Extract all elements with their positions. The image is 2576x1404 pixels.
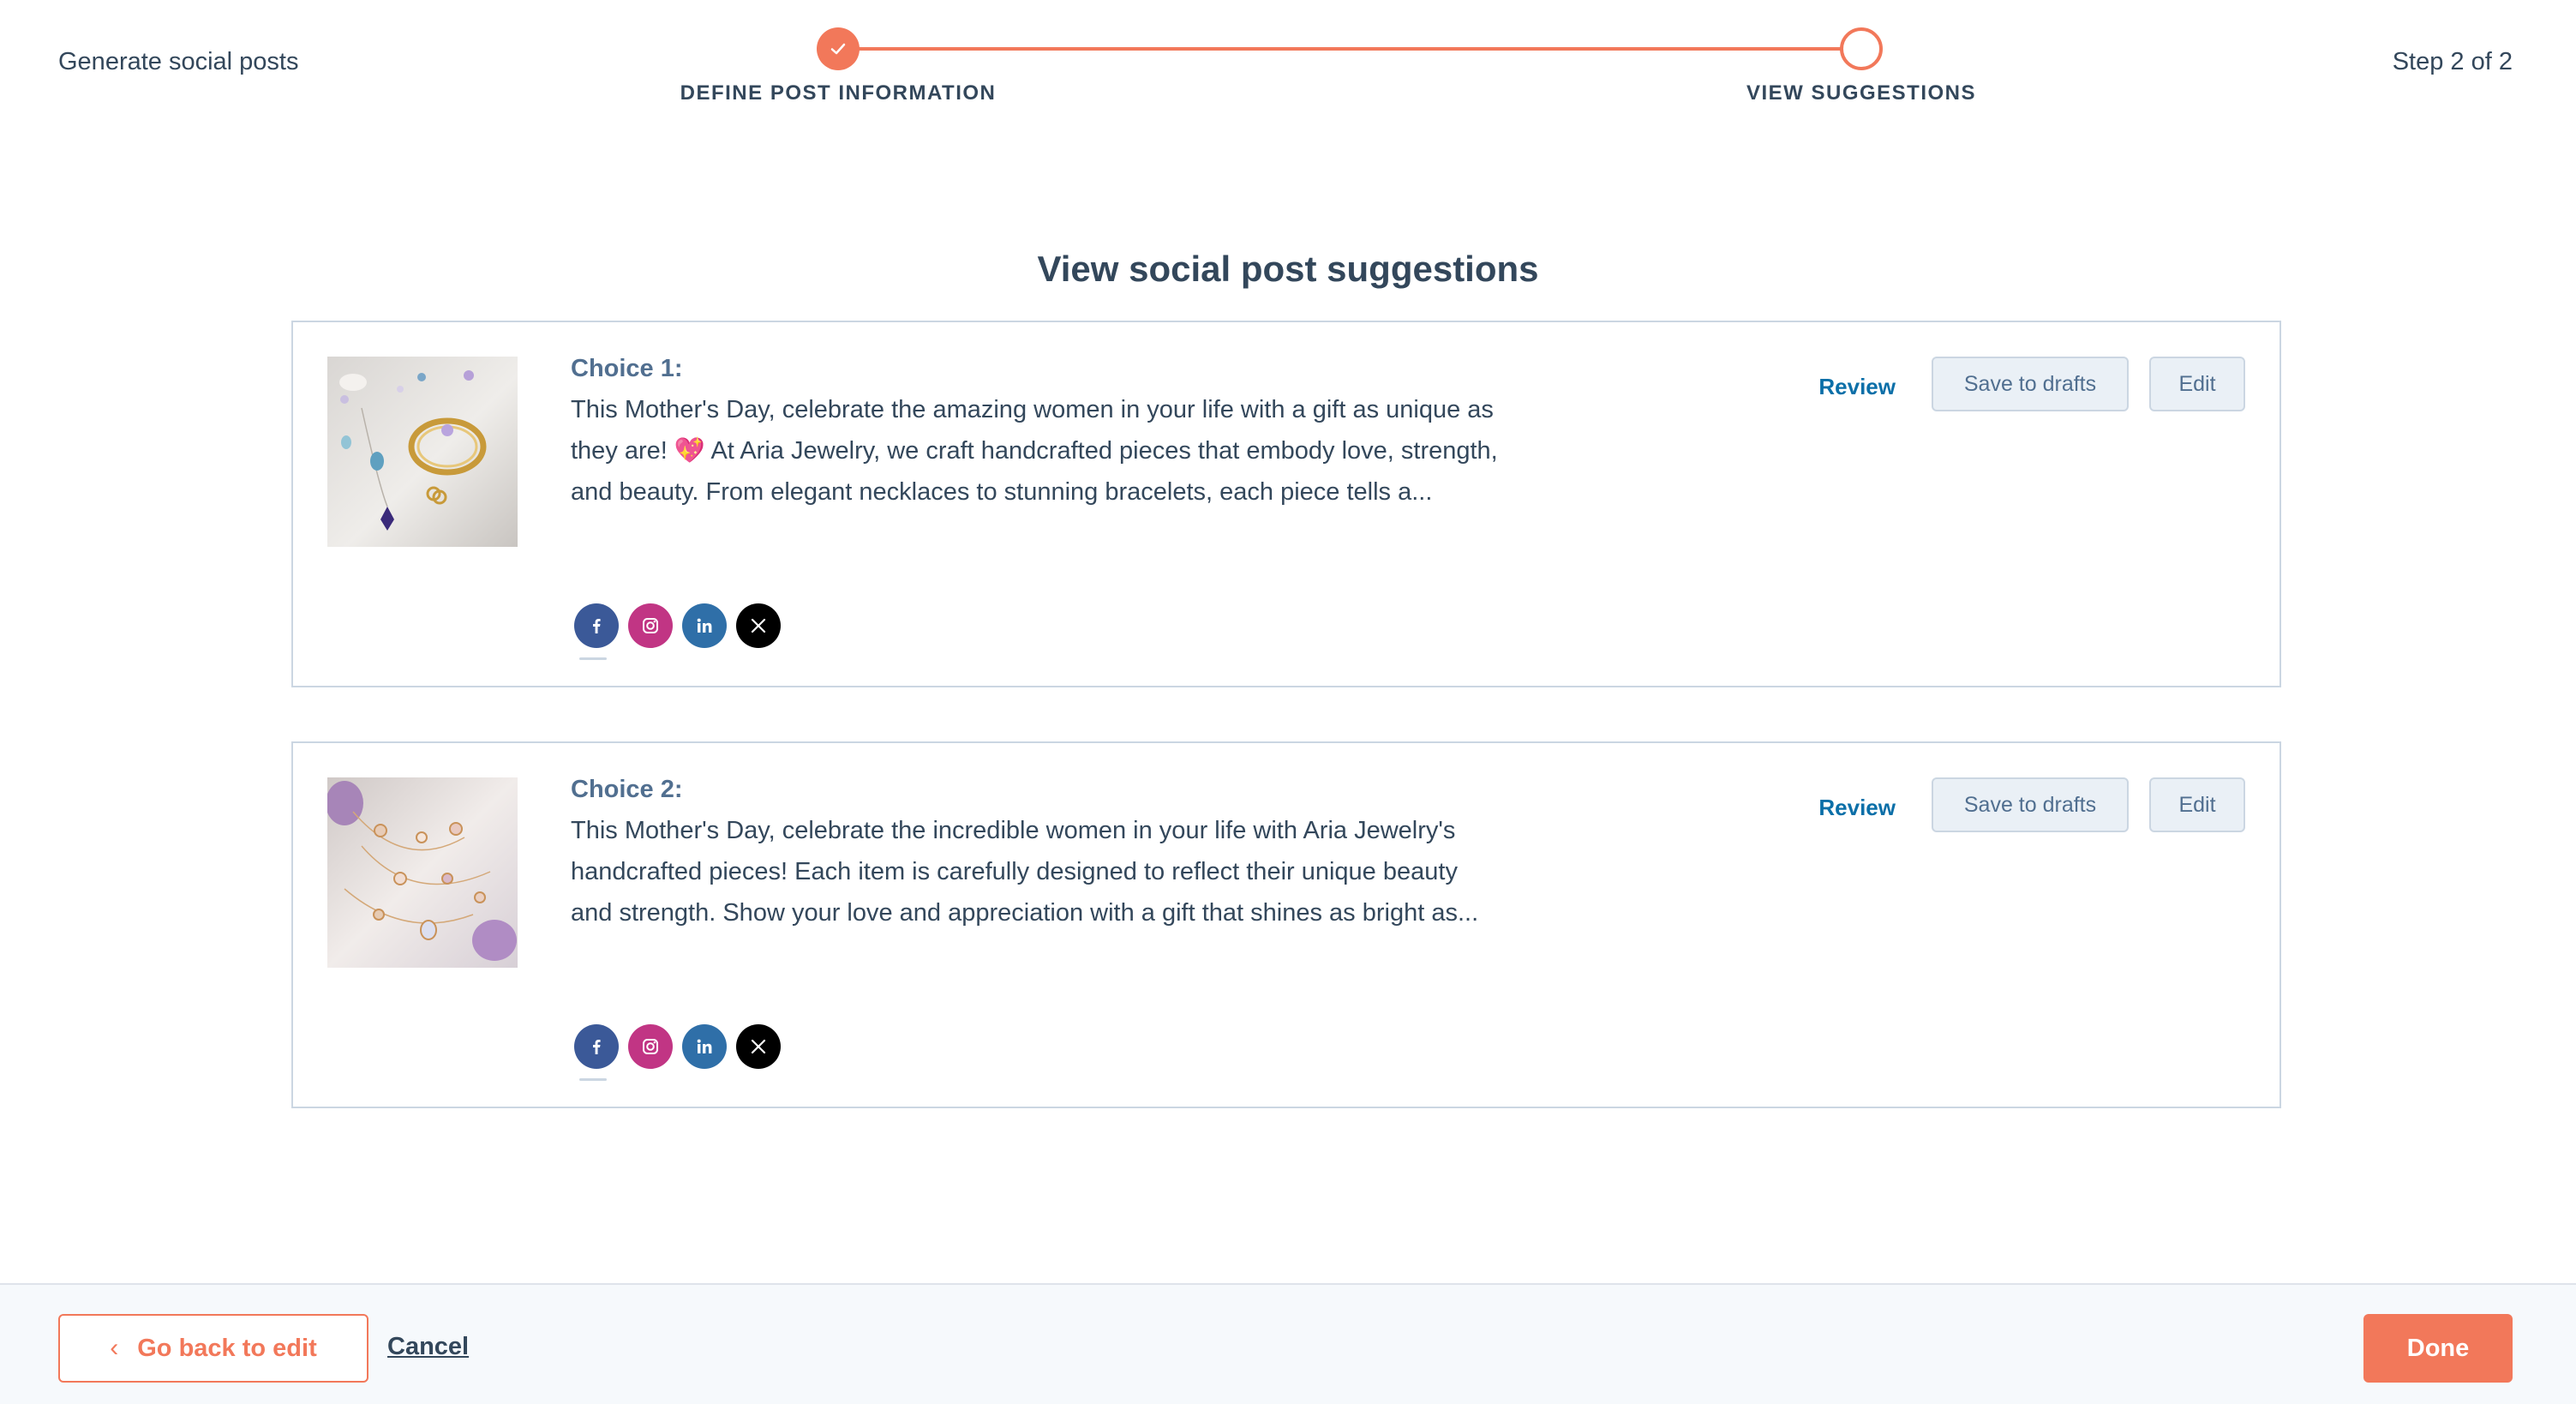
app-title: Generate social posts	[58, 48, 299, 75]
review-button[interactable]: Review	[1818, 795, 1896, 821]
page-title: View social post suggestions	[1037, 249, 1539, 289]
choice-title: Choice 1:	[571, 355, 683, 382]
step-label-view: VIEW SUGGESTIONS	[1746, 81, 1977, 105]
stepper-progress-line	[838, 47, 1861, 51]
instagram-icon[interactable]	[628, 1024, 673, 1069]
x-icon[interactable]	[736, 603, 781, 648]
step-label-define: DEFINE POST INFORMATION	[680, 81, 997, 105]
suggestion-card: Choice 1: This Mother's Day, celebrate t…	[291, 321, 2281, 687]
linkedin-icon[interactable]	[682, 1024, 727, 1069]
facebook-icon[interactable]	[574, 1024, 619, 1081]
suggestion-card: Choice 2: This Mother's Day, celebrate t…	[291, 741, 2281, 1108]
checkmark-icon	[830, 43, 846, 55]
post-image-jewelry-necklaces	[327, 777, 518, 968]
chevron-left-icon: ‹	[110, 1334, 119, 1362]
instagram-icon[interactable]	[628, 603, 673, 648]
go-back-label: Go back to edit	[137, 1334, 317, 1362]
step-counter: Step 2 of 2	[2392, 48, 2513, 75]
cancel-link[interactable]: Cancel	[387, 1333, 469, 1361]
social-network-list	[574, 603, 781, 660]
edit-button[interactable]: Edit	[2149, 777, 2245, 832]
selected-network-indicator	[579, 1078, 607, 1081]
selected-network-indicator	[579, 657, 607, 660]
save-to-drafts-button[interactable]: Save to drafts	[1932, 357, 2129, 411]
footer-bar: ‹ Go back to edit Cancel Done	[0, 1283, 2576, 1404]
go-back-to-edit-button[interactable]: ‹ Go back to edit	[58, 1314, 368, 1383]
step-complete-indicator	[817, 27, 860, 70]
post-image-jewelry-bracelet	[327, 357, 518, 547]
step-current-indicator	[1840, 27, 1883, 70]
choice-post-text: This Mother's Day, celebrate the amazing…	[571, 396, 1498, 506]
linkedin-icon[interactable]	[682, 603, 727, 648]
edit-button[interactable]: Edit	[2149, 357, 2245, 411]
x-icon[interactable]	[736, 1024, 781, 1069]
done-button[interactable]: Done	[2363, 1314, 2513, 1383]
social-network-list	[574, 1024, 781, 1081]
review-button[interactable]: Review	[1818, 374, 1896, 400]
save-to-drafts-button[interactable]: Save to drafts	[1932, 777, 2129, 832]
choice-post-text: This Mother's Day, celebrate the incredi…	[571, 817, 1479, 927]
facebook-icon[interactable]	[574, 603, 619, 660]
choice-title: Choice 2:	[571, 776, 683, 803]
